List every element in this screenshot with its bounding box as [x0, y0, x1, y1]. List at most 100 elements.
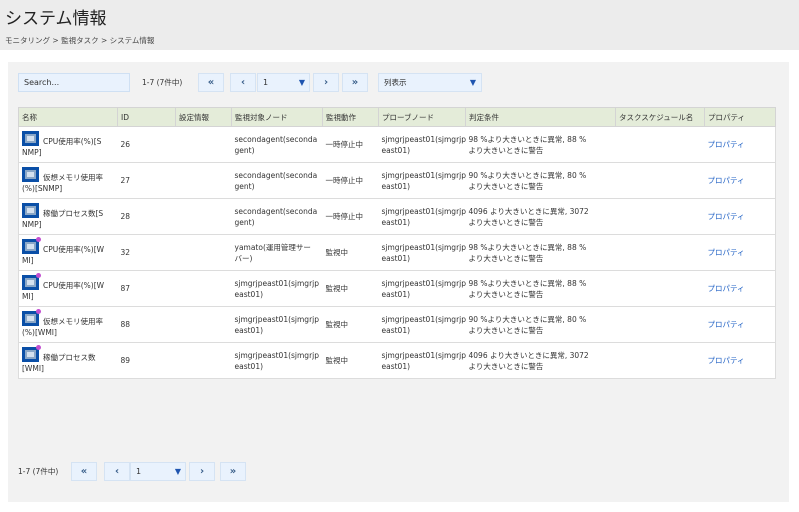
breadcrumb: モニタリング > 監視タスク > システム情報	[5, 35, 154, 46]
task-name-line2: NMP]	[22, 148, 42, 157]
breadcrumb-monitoring[interactable]: モニタリング	[5, 36, 50, 45]
property-link[interactable]: プロパティ	[708, 356, 745, 365]
task-name-line2: (%)[SNMP]	[22, 184, 63, 193]
last-page-button[interactable]: »	[342, 73, 368, 92]
table-row[interactable]: CPU使用率(%)[W MI] 87 sjmgrjpeast01(sjmgrjp eas…	[18, 270, 776, 307]
property-link[interactable]: プロパティ	[708, 212, 745, 221]
cell-schedule	[615, 162, 705, 199]
cell-id: 26	[117, 126, 176, 163]
search-input[interactable]	[18, 73, 130, 92]
task-name[interactable]: 仮想メモリ使用率 (%)[SNMP]	[22, 167, 116, 194]
cell-condition: 4096 より大きいときに異常, 3072 より大きいときに警告	[465, 342, 616, 379]
target-node-line1: secondagent(seconda	[234, 134, 318, 144]
cell-settings	[175, 342, 232, 379]
target-node-line2: gent)	[234, 217, 255, 227]
condition-line1: 4096 より大きいときに異常, 3072	[468, 350, 589, 360]
cell-probe-node: sjmgrjpeast01(sjmgrjp east01)	[378, 270, 466, 307]
footer-page-select[interactable]: 1 ▼	[130, 462, 186, 481]
breadcrumb-monitoring-tasks[interactable]: 監視タスク	[61, 36, 99, 45]
footer-last-page-button[interactable]: »	[220, 462, 246, 481]
condition-line1: 90 %より大きいときに異常, 80 %	[468, 170, 587, 180]
probe-node-line1: sjmgrjpeast01(sjmgrjp	[381, 350, 467, 360]
prev-page-button[interactable]: ‹	[230, 73, 256, 92]
monitor-task-icon	[22, 273, 41, 290]
cell-settings	[175, 198, 232, 235]
target-node-line1: secondagent(seconda	[234, 170, 318, 180]
footer-first-page-button[interactable]: «	[71, 462, 97, 481]
next-page-button[interactable]: ›	[313, 73, 339, 92]
property-link[interactable]: プロパティ	[708, 140, 745, 149]
column-header-condition[interactable]: 判定条件	[465, 107, 616, 127]
target-node-line2: east01)	[234, 289, 264, 299]
property-link[interactable]: プロパティ	[708, 176, 745, 185]
cell-action: 監視中	[322, 234, 379, 271]
first-page-button[interactable]: «	[198, 73, 224, 92]
property-link[interactable]: プロパティ	[708, 248, 745, 257]
cell-target-node: yamato(運用管理サー バー)	[231, 234, 323, 271]
cell-property: プロパティ	[704, 342, 776, 379]
column-header-probe-node[interactable]: プローブノード	[378, 107, 466, 127]
task-name[interactable]: CPU使用率(%)[W MI]	[22, 273, 116, 302]
condition-line2: より大きいときに警告	[468, 145, 544, 155]
column-display-select[interactable]: 列表示 ▼	[378, 73, 482, 92]
column-header-settings[interactable]: 設定情報	[175, 107, 232, 127]
property-link[interactable]: プロパティ	[708, 320, 745, 329]
table-row[interactable]: 稼働プロセス数[S NMP] 28 secondagent(seconda gent) 一…	[18, 198, 776, 235]
page-select[interactable]: 1 ▼	[257, 73, 310, 92]
footer-next-page-button[interactable]: ›	[189, 462, 215, 481]
cell-probe-node: sjmgrjpeast01(sjmgrjp east01)	[378, 342, 467, 379]
footer-pagination: 1-7 (7件中) « ‹ 1 ▼ › »	[18, 462, 318, 482]
column-header-action[interactable]: 監視動作	[322, 107, 379, 127]
task-name[interactable]: 仮想メモリ使用率 (%)[WMI]	[22, 309, 116, 338]
cell-property: プロパティ	[704, 198, 776, 235]
table-row[interactable]: 仮想メモリ使用率 (%)[SNMP] 27 secondagent(seconda ge…	[18, 162, 776, 199]
task-name[interactable]: CPU使用率(%)[W MI]	[22, 237, 116, 266]
probe-node-line1: sjmgrjpeast01(sjmgrjp	[381, 134, 467, 144]
cell-property: プロパティ	[704, 126, 776, 163]
table-row[interactable]: 仮想メモリ使用率 (%)[WMI] 88 sjmgrjpeast01(sjmgrjp e…	[18, 306, 776, 343]
monitor-task-icon	[22, 345, 41, 362]
column-header-property[interactable]: プロパティ	[704, 107, 776, 127]
task-name-line1: 仮想メモリ使用率	[43, 317, 103, 326]
task-name[interactable]: 稼働プロセス数[S NMP]	[22, 203, 116, 230]
cell-schedule	[615, 126, 705, 163]
cell-target-node: sjmgrjpeast01(sjmgrjp east01)	[231, 306, 323, 343]
task-name[interactable]: CPU使用率(%)[S NMP]	[22, 131, 116, 158]
cell-property: プロパティ	[704, 306, 776, 343]
condition-line1: 90 %より大きいときに異常, 80 %	[468, 314, 587, 324]
property-link[interactable]: プロパティ	[708, 284, 745, 293]
column-header-id[interactable]: ID	[117, 107, 176, 127]
cell-target-node: sjmgrjpeast01(sjmgrjp east01)	[231, 342, 323, 379]
cell-action: 監視中	[322, 342, 379, 379]
cell-probe-node: sjmgrjpeast01(sjmgrjp east01)	[378, 306, 466, 343]
task-name-line1: CPU使用率(%)[W	[43, 281, 105, 290]
probe-node-line1: sjmgrjpeast01(sjmgrjp	[381, 206, 467, 216]
cell-schedule	[615, 234, 705, 271]
task-name-line2: NMP]	[22, 220, 42, 229]
cell-property: プロパティ	[704, 270, 776, 307]
active-badge-icon	[36, 345, 41, 350]
toolbar: 1-7 (7件中) « ‹ 1 ▼ › » 列表示 ▼	[18, 73, 778, 93]
target-node-line1: sjmgrjpeast01(sjmgrjp	[234, 314, 320, 324]
task-name[interactable]: 稼働プロセス数 [WMI]	[22, 345, 116, 374]
table-row[interactable]: CPU使用率(%)[S NMP] 26 secondagent(seconda gent…	[18, 126, 776, 163]
table-row[interactable]: 稼働プロセス数 [WMI] 89 sjmgrjpeast01(sjmgrjp east0…	[18, 342, 776, 379]
probe-node-line1: sjmgrjpeast01(sjmgrjp	[381, 170, 467, 180]
table-row[interactable]: CPU使用率(%)[W MI] 32 yamato(運用管理サー バー) 監視中 sjmgr…	[18, 234, 776, 271]
monitor-task-icon	[22, 203, 39, 218]
probe-node-line2: east01)	[381, 325, 411, 335]
cell-id: 32	[117, 234, 176, 271]
column-header-target-node[interactable]: 監視対象ノード	[231, 107, 323, 127]
column-header-schedule[interactable]: タスクスケジュール名	[615, 107, 705, 127]
cell-name: 仮想メモリ使用率 (%)[SNMP]	[18, 162, 118, 199]
cell-property: プロパティ	[704, 234, 776, 271]
footer-prev-page-button[interactable]: ‹	[104, 462, 130, 481]
column-header-name[interactable]: 名称	[18, 107, 118, 127]
cell-condition: 4096 より大きいときに異常, 3072 より大きいときに警告	[465, 198, 616, 235]
cell-condition: 90 %より大きいときに異常, 80 % より大きいときに警告	[465, 306, 616, 343]
cell-target-node: secondagent(seconda gent)	[231, 126, 323, 163]
probe-node-line2: east01)	[381, 217, 411, 227]
task-name-line2: (%)[WMI]	[22, 328, 57, 337]
cell-settings	[175, 234, 232, 271]
target-node-line2: gent)	[234, 145, 255, 155]
